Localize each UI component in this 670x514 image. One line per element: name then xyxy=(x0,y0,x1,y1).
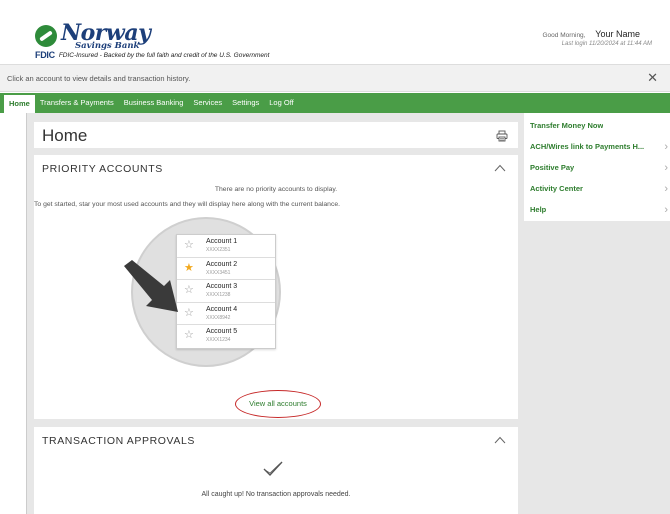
transaction-approvals-title: TRANSACTION APPROVALS xyxy=(42,435,196,447)
priority-accounts-title: PRIORITY ACCOUNTS xyxy=(42,163,163,175)
sidebar-item-ach-wires[interactable]: ACH/Wires link to Payments H... › xyxy=(530,141,670,158)
last-login: Last login 11/20/2024 at 11:44 AM xyxy=(561,41,652,47)
pointer-arrow-icon xyxy=(124,260,178,312)
account-name: Account 5 xyxy=(206,328,238,335)
checkmark-icon xyxy=(263,461,283,477)
transaction-approvals-card: TRANSACTION APPROVALS All caught up! No … xyxy=(34,427,518,514)
list-item: ☆ Account 5 XXXX1234 xyxy=(177,325,275,348)
sidebar-item-transfer-money[interactable]: Transfer Money Now xyxy=(530,121,670,137)
fdic-text: FDIC-Insured - Backed by the full faith … xyxy=(58,51,270,59)
sidebar-background xyxy=(524,221,670,514)
chevron-right-icon: › xyxy=(664,204,668,216)
star-empty-icon: ☆ xyxy=(184,329,194,341)
priority-accounts-card: PRIORITY ACCOUNTS There are no priority … xyxy=(34,155,518,419)
account-name: Account 2 xyxy=(206,260,238,268)
nav-business-banking[interactable]: Business Banking xyxy=(119,93,189,113)
header: Norway Savings Bank FDIC FDIC-Insured - … xyxy=(0,0,670,64)
sidebar-item-label: Help xyxy=(530,205,547,214)
info-message: Click an account to view details and tra… xyxy=(7,74,191,83)
account-number: XXXX8942 xyxy=(206,314,231,321)
home-header-card: Home xyxy=(34,122,518,148)
account-number: XXXX2351 xyxy=(206,247,231,253)
star-empty-icon: ☆ xyxy=(184,239,194,251)
nav-settings[interactable]: Settings xyxy=(227,93,264,113)
no-priority-message: There are no priority accounts to displa… xyxy=(214,186,338,193)
nav-home[interactable]: Home xyxy=(4,95,35,113)
printer-icon[interactable] xyxy=(496,130,508,142)
main-content: Home PRIORITY ACCOUNTS There are no prio… xyxy=(26,113,524,514)
chevron-right-icon: › xyxy=(664,162,668,174)
info-bar: Click an account to view details and tra… xyxy=(0,64,670,92)
sidebar-item-activity-center[interactable]: Activity Center › xyxy=(530,183,670,200)
quick-links-sidebar: Transfer Money Now ACH/Wires link to Pay… xyxy=(524,113,670,221)
nav-log-off[interactable]: Log Off xyxy=(264,93,298,113)
chevron-right-icon: › xyxy=(664,141,668,153)
view-all-accounts-link[interactable]: View all accounts xyxy=(235,390,321,418)
nav-services[interactable]: Services xyxy=(188,93,227,113)
fdic-notice: FDIC FDIC-Insured - Backed by the full f… xyxy=(35,50,269,60)
chevron-right-icon: › xyxy=(664,183,668,195)
greeting: Good Morning, Your Name xyxy=(542,29,640,39)
bank-logo[interactable]: Norway Savings Bank xyxy=(35,22,151,51)
fdic-logo: FDIC xyxy=(35,50,55,60)
account-name: Account 1 xyxy=(206,238,238,245)
chevron-up-icon[interactable] xyxy=(494,164,506,172)
greeting-text: Good Morning, xyxy=(542,32,586,39)
user-name: Your Name xyxy=(595,29,640,39)
account-name: Account 3 xyxy=(206,283,238,290)
chevron-up-icon[interactable] xyxy=(494,436,506,444)
nav-transfers-payments[interactable]: Transfers & Payments xyxy=(35,93,119,113)
sidebar-item-help[interactable]: Help › xyxy=(530,204,670,221)
close-icon[interactable]: ✕ xyxy=(647,70,658,86)
account-name: Account 4 xyxy=(206,305,238,313)
account-number: XXXX3451 xyxy=(206,269,231,276)
sidebar-item-positive-pay[interactable]: Positive Pay › xyxy=(530,162,670,179)
sidebar-item-label: ACH/Wires link to Payments H... xyxy=(530,142,645,151)
main-nav: Home Transfers & Payments Business Banki… xyxy=(0,93,670,113)
priority-instructions: To get started, star your most used acco… xyxy=(34,201,341,208)
list-item: ☆ Account 1 XXXX2351 xyxy=(177,235,275,258)
approvals-message: All caught up! No transaction approvals … xyxy=(201,491,351,498)
logo-mark-icon xyxy=(35,25,57,48)
account-number: XXXX1238 xyxy=(206,292,231,298)
page-title: Home xyxy=(42,126,88,145)
sidebar-item-label: Activity Center xyxy=(530,184,583,193)
sidebar-item-label: Positive Pay xyxy=(530,163,575,172)
sidebar-item-label: Transfer Money Now xyxy=(530,121,604,130)
account-number: XXXX1234 xyxy=(206,337,231,343)
